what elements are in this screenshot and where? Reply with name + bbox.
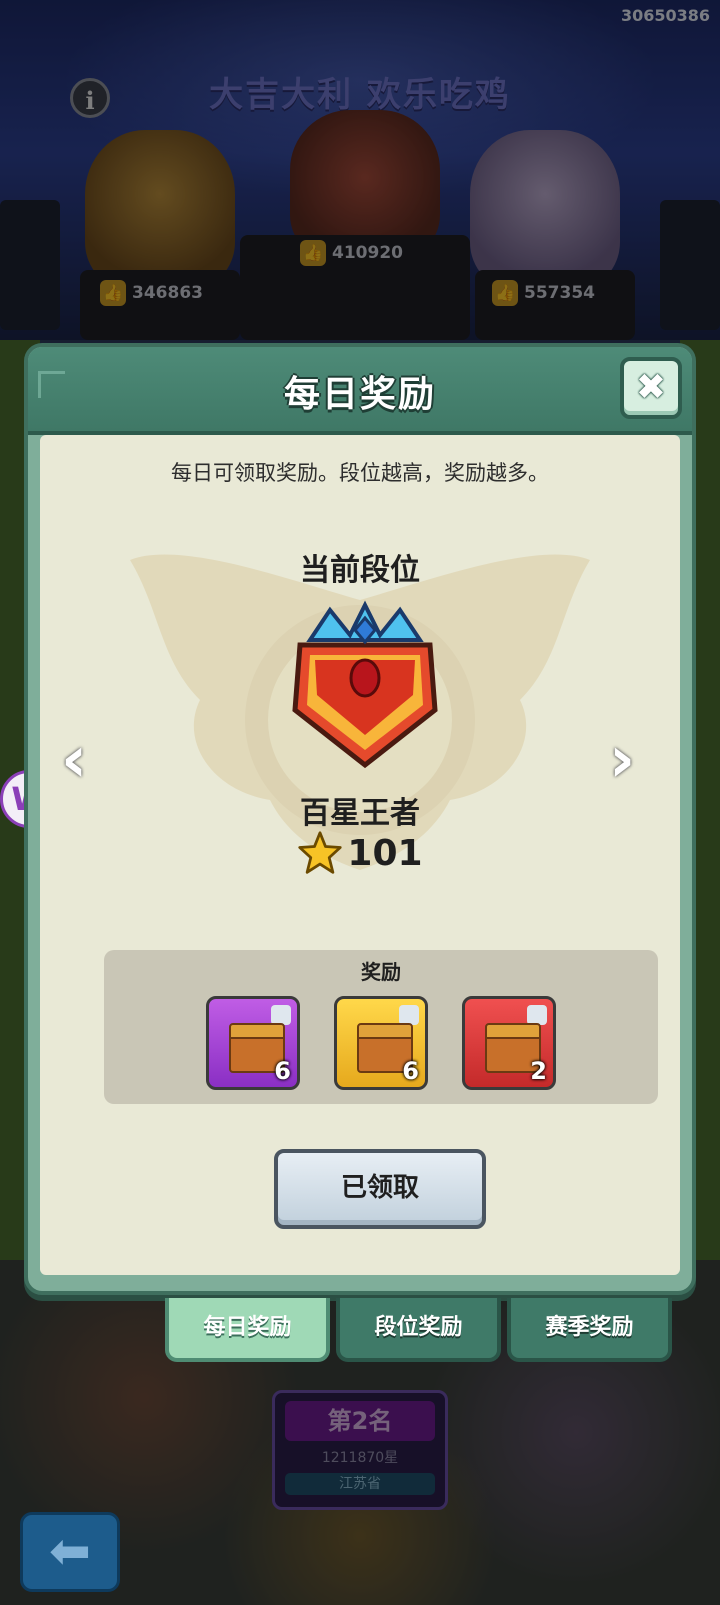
reward-quantity: 6 <box>274 1057 291 1085</box>
reward-item-purple-chest[interactable]: 6 <box>206 996 300 1090</box>
rank-star-count: 101 <box>40 830 680 876</box>
daily-reward-dialog: 每日奖励 ✖ 每日可领取奖励。段位越高，奖励越多。 当前段位 百星王者 101 … <box>24 343 696 1295</box>
reward-tabs: 每日奖励 段位奖励 赛季奖励 <box>165 1298 672 1362</box>
reward-panel: 奖励 6 6 2 <box>104 950 658 1104</box>
reward-quantity: 2 <box>530 1057 547 1085</box>
tab-season-reward[interactable]: 赛季奖励 <box>507 1298 672 1362</box>
current-rank-label: 当前段位 <box>300 553 420 588</box>
puzzle-piece-icon <box>271 1005 291 1025</box>
reward-quantity: 6 <box>402 1057 419 1085</box>
close-button[interactable]: ✖ <box>620 357 682 419</box>
reward-description: 每日可领取奖励。段位越高，奖励越多。 <box>171 461 549 485</box>
dialog-body: 每日可领取奖励。段位越高，奖励越多。 当前段位 百星王者 101 奖励 6 6 … <box>40 435 680 1275</box>
previous-rank-arrow-icon[interactable]: ‹ <box>52 728 96 798</box>
reward-item-red-chest[interactable]: 2 <box>462 996 556 1090</box>
reward-item-gold-chest[interactable]: 6 <box>334 996 428 1090</box>
reward-label: 奖励 <box>361 960 401 984</box>
claimed-button[interactable]: 已领取 <box>274 1149 486 1229</box>
back-arrow-icon[interactable]: ⬅ <box>20 1512 120 1592</box>
star-icon <box>298 831 343 874</box>
rank-name: 百星王者 <box>300 796 420 831</box>
king-rank-badge-icon <box>292 600 438 769</box>
tab-daily-reward[interactable]: 每日奖励 <box>165 1298 330 1362</box>
star-count-value: 101 <box>347 832 423 874</box>
dialog-header: 每日奖励 ✖ <box>28 347 692 435</box>
dialog-title: 每日奖励 <box>283 374 436 415</box>
puzzle-piece-icon <box>527 1005 547 1025</box>
close-icon: ✖ <box>635 367 667 408</box>
next-rank-arrow-icon[interactable]: › <box>600 728 644 798</box>
tab-rank-reward[interactable]: 段位奖励 <box>336 1298 501 1362</box>
puzzle-piece-icon <box>399 1005 419 1025</box>
rank-display: 当前段位 百星王者 101 <box>40 530 680 900</box>
